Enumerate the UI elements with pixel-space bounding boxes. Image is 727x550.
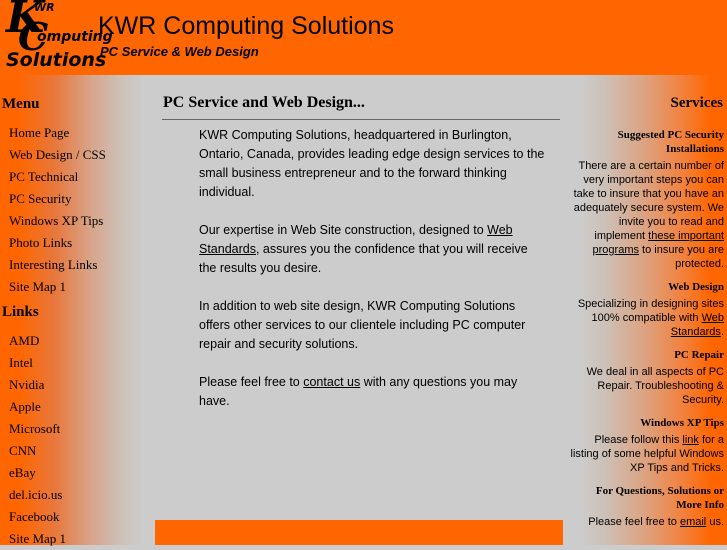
link-item-intel[interactable]: Intel — [9, 352, 66, 374]
right-sidebar: Services Suggested PC Security Installat… — [565, 75, 727, 545]
links-nav: AMD Intel Nvidia Apple Microsoft CNN eBa… — [9, 330, 66, 550]
service-text-web-design: Specializing in designing sites 100% com… — [568, 297, 724, 339]
sidebar-item-interesting-links[interactable]: Interesting Links — [9, 254, 106, 276]
menu-nav: Home Page Web Design / CSS PC Technical … — [9, 122, 106, 298]
heading-divider — [162, 119, 560, 120]
link-item-cnn[interactable]: CNN — [9, 440, 66, 462]
service-text-pc-security-post: to insure you are protected. — [639, 244, 724, 270]
service-text-web-design-post: . — [720, 326, 724, 338]
paragraph-expertise: Our expertise in Web Site construction, … — [199, 221, 547, 278]
sidebar-item-windows-xp-tips[interactable]: Windows XP Tips — [9, 210, 106, 232]
service-text-questions-post: us. — [706, 516, 724, 528]
logo-letters-wr-icon: WR — [34, 1, 55, 14]
paragraph-intro: KWR Computing Solutions, headquartered i… — [199, 128, 545, 199]
link-item-nvidia[interactable]: Nvidia — [9, 374, 66, 396]
sidebar-item-pc-security[interactable]: PC Security — [9, 188, 106, 210]
kwr-logo[interactable]: K WR C omputing Solutions — [2, 0, 113, 75]
service-text-xp-pre: Please follow this — [594, 434, 683, 446]
paragraph-contact: Please feel free to contact us with any … — [199, 373, 547, 411]
service-title-pc-security: Suggested PC Security Installations — [617, 129, 724, 155]
service-text-pc-repair: We deal in all aspects of PC Repair. Tro… — [586, 366, 724, 406]
page-title: PC Service and Web Design... — [163, 94, 365, 111]
content-footer-bar — [155, 520, 563, 545]
site-header-banner: K WR C omputing Solutions KWR Computing … — [0, 0, 727, 75]
sidebar-item-photo-links[interactable]: Photo Links — [9, 232, 106, 254]
link-item-site-map-1[interactable]: Site Map 1 — [9, 528, 66, 550]
logo-word-solutions-icon: Solutions — [6, 49, 107, 71]
site-title: KWR Computing Solutions — [98, 12, 394, 40]
menu-heading: Menu — [2, 96, 40, 112]
link-item-apple[interactable]: Apple — [9, 396, 66, 418]
service-text-questions-pre: Please feel free to — [588, 516, 680, 528]
paragraph-contact-pre: Please feel free to — [199, 375, 304, 389]
service-text-pc-security: There are a certain number of very impor… — [568, 159, 724, 271]
link-item-facebook[interactable]: Facebook — [9, 506, 66, 528]
links-heading: Links — [2, 304, 39, 320]
paragraph-services: In addition to web site design, KWR Comp… — [199, 299, 526, 351]
services-heading: Services — [670, 95, 723, 111]
email-link[interactable]: email — [680, 516, 706, 528]
main-content: PC Service and Web Design... KWR Computi… — [155, 75, 565, 545]
sidebar-item-site-map-1[interactable]: Site Map 1 — [9, 276, 106, 298]
xp-tips-link[interactable]: link — [682, 434, 699, 446]
service-title-web-design: Web Design — [668, 281, 724, 293]
service-title-questions: For Questions, Solutions or More Info — [595, 485, 724, 511]
link-item-microsoft[interactable]: Microsoft — [9, 418, 66, 440]
article-body: KWR Computing Solutions, headquartered i… — [199, 126, 547, 430]
sidebar-item-web-design-css[interactable]: Web Design / CSS — [9, 144, 106, 166]
link-item-delicious[interactable]: del.icio.us — [9, 484, 66, 506]
left-sidebar: Menu Home Page Web Design / CSS PC Techn… — [0, 75, 155, 546]
site-subtitle: PC Service & Web Design — [100, 44, 259, 59]
service-text-windows-xp-tips: Please follow this link for a listing of… — [568, 433, 724, 475]
service-title-windows-xp-tips: Windows XP Tips — [640, 417, 724, 429]
sidebar-item-pc-technical[interactable]: PC Technical — [9, 166, 106, 188]
contact-us-link[interactable]: contact us — [303, 375, 360, 389]
services-list: Suggested PC Security Installations Ther… — [568, 128, 724, 538]
service-title-pc-repair: PC Repair — [674, 349, 724, 361]
link-item-ebay[interactable]: eBay — [9, 462, 66, 484]
sidebar-item-home-page[interactable]: Home Page — [9, 122, 106, 144]
paragraph-expertise-pre: Our expertise in Web Site construction, … — [199, 223, 488, 237]
service-text-questions: Please feel free to email us. — [568, 515, 724, 529]
link-item-amd[interactable]: AMD — [9, 330, 66, 352]
